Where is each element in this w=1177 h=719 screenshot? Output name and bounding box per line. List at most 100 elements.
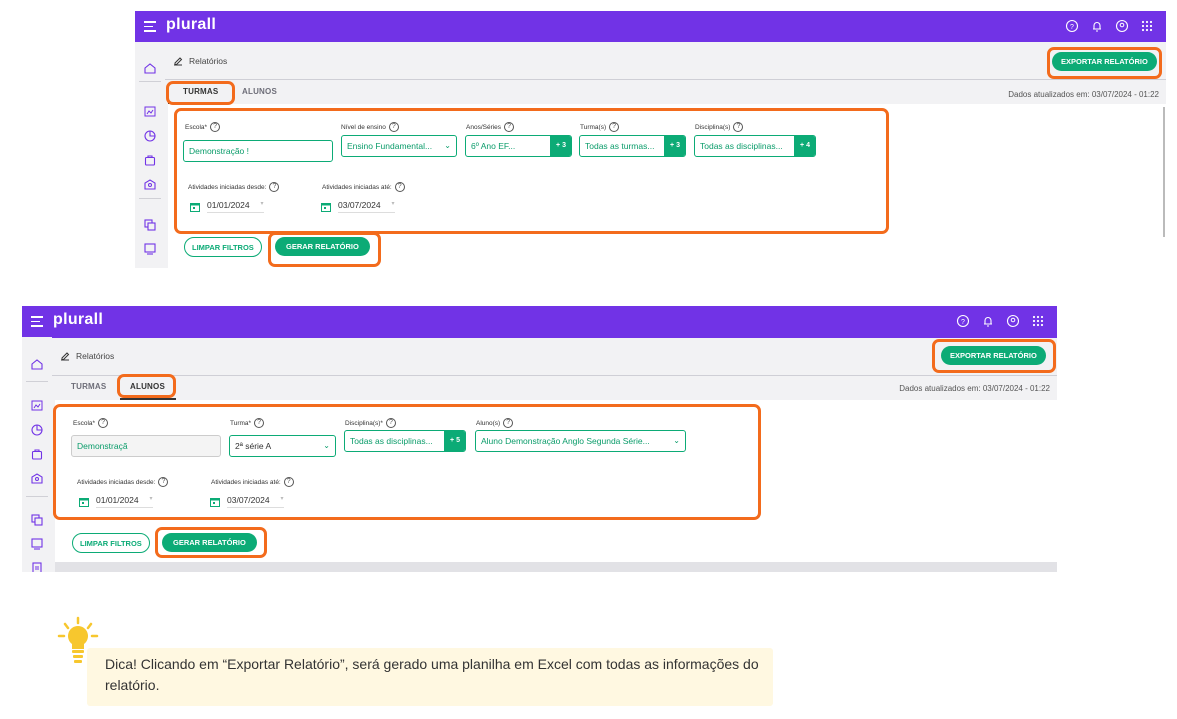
ate-date-value[interactable]: 03/07/2024	[338, 200, 395, 213]
sidebar	[22, 337, 52, 572]
plurall-logo[interactable]: plurall	[53, 311, 103, 329]
help-icon[interactable]: ?	[504, 122, 515, 132]
help-icon[interactable]: ?	[98, 418, 109, 428]
turmas-label: Turma(s)?	[580, 122, 620, 132]
school-icon[interactable]	[30, 471, 44, 485]
tab-alunos[interactable]: ALUNOS	[130, 382, 165, 391]
tab-alunos[interactable]: ALUNOS	[242, 87, 277, 96]
ate-date-value[interactable]: 03/07/2024	[227, 495, 284, 508]
apps-grid-icon[interactable]	[1140, 19, 1154, 33]
help-icon[interactable]: ?	[388, 122, 399, 132]
export-report-button[interactable]: EXPORTAR RELATÓRIO	[941, 346, 1046, 365]
copy-icon[interactable]	[30, 513, 44, 527]
help-icon[interactable]: ?	[385, 418, 396, 428]
escola-input[interactable]: Demonstraçã	[71, 435, 221, 457]
more-count-badge: + 5	[444, 431, 465, 451]
sidebar-divider	[139, 198, 161, 199]
turmas-select[interactable]: Todas as turmas... + 3	[579, 135, 686, 157]
menu-icon[interactable]	[144, 21, 156, 32]
bell-icon[interactable]	[981, 314, 995, 328]
menu-icon[interactable]	[31, 316, 43, 327]
chevron-down-icon: ⌄	[444, 141, 451, 150]
content-footer	[55, 562, 1057, 572]
help-icon[interactable]: ?	[269, 182, 280, 192]
disciplinas-select[interactable]: Todas as disciplinas... + 4	[694, 135, 816, 157]
escola-input[interactable]: Demonstração !	[183, 140, 333, 162]
divider	[165, 79, 1166, 80]
edit-icon	[61, 352, 70, 361]
help-icon[interactable]: ?	[609, 122, 620, 132]
help-icon[interactable]: ?	[503, 418, 514, 428]
help-icon[interactable]: ?	[956, 314, 970, 328]
copy-icon[interactable]	[143, 218, 157, 232]
escola-label: Escola*?	[73, 418, 109, 428]
student-report-icon[interactable]	[30, 537, 44, 551]
generate-report-button[interactable]: GERAR RELATÓRIO	[275, 237, 370, 256]
escola-label: Escola*?	[185, 122, 221, 132]
calendar-icon	[190, 202, 200, 212]
help-icon[interactable]: ?	[158, 477, 169, 487]
apps-grid-icon[interactable]	[1031, 314, 1045, 328]
disciplinas-label: Disciplina(s)?	[695, 122, 744, 132]
help-icon[interactable]: ?	[210, 122, 221, 132]
updated-timestamp: Dados atualizados em: 03/07/2024 - 01:22	[1008, 90, 1159, 99]
help-icon[interactable]: ?	[254, 418, 265, 428]
nivel-label: Nível de ensino?	[341, 122, 399, 132]
clear-filters-button[interactable]: LIMPAR FILTROS	[184, 237, 262, 257]
top-bar: plurall ?	[22, 306, 1057, 338]
home-icon[interactable]	[30, 357, 44, 371]
desde-date-value[interactable]: 01/01/2024	[207, 200, 264, 213]
profile-icon[interactable]	[1115, 19, 1129, 33]
help-icon[interactable]: ?	[733, 122, 744, 132]
calendar-icon	[79, 497, 89, 507]
tab-turmas[interactable]: TURMAS	[71, 382, 106, 391]
scrollbar[interactable]	[1163, 107, 1165, 237]
more-count-badge: + 4	[794, 136, 815, 156]
sidebar-divider	[139, 81, 161, 82]
pie-chart-icon[interactable]	[30, 423, 44, 437]
clear-filters-button[interactable]: LIMPAR FILTROS	[72, 533, 150, 553]
pie-chart-icon[interactable]	[143, 129, 157, 143]
home-icon[interactable]	[143, 61, 157, 75]
disciplinas-select[interactable]: Todas as disciplinas... + 5	[344, 430, 466, 452]
student-report-icon[interactable]	[143, 242, 157, 256]
sidebar-divider	[26, 381, 48, 382]
profile-icon[interactable]	[1006, 314, 1020, 328]
desde-label: Atividades iniciadas desde:?	[188, 182, 280, 192]
lightbulb-icon	[57, 616, 99, 663]
screenshot-turmas: plurall ? Relatórios EXPORTAR RELATÓRIO …	[135, 11, 1166, 268]
chevron-down-icon: ⌄	[673, 436, 680, 445]
help-icon[interactable]: ?	[1065, 19, 1079, 33]
bag-icon[interactable]	[30, 447, 44, 461]
help-icon[interactable]: ?	[394, 182, 405, 192]
divider	[52, 375, 1057, 376]
report-icon[interactable]	[30, 399, 44, 413]
tab-turmas[interactable]: TURMAS	[183, 87, 218, 96]
calendar-icon	[321, 202, 331, 212]
report-icon[interactable]	[143, 105, 157, 119]
bag-icon[interactable]	[143, 153, 157, 167]
svg-text:?: ?	[1070, 24, 1074, 31]
updated-timestamp: Dados atualizados em: 03/07/2024 - 01:22	[899, 384, 1050, 393]
help-icon[interactable]: ?	[283, 477, 294, 487]
school-icon[interactable]	[143, 177, 157, 191]
plurall-logo[interactable]: plurall	[166, 16, 216, 34]
export-report-button[interactable]: EXPORTAR RELATÓRIO	[1052, 52, 1157, 71]
more-count-badge: + 3	[550, 136, 571, 156]
generate-report-button[interactable]: GERAR RELATÓRIO	[162, 533, 257, 552]
document-icon[interactable]	[30, 561, 44, 572]
alunos-select[interactable]: Aluno Demonstração Anglo Segunda Série..…	[475, 430, 686, 452]
desde-date-field[interactable]: 01/01/2024	[190, 200, 264, 213]
bell-icon[interactable]	[1090, 19, 1104, 33]
ate-date-field[interactable]: 03/07/2024	[210, 495, 284, 508]
anos-select[interactable]: 6º Ano EF... + 3	[465, 135, 572, 157]
breadcrumb: Relatórios	[60, 351, 114, 361]
screenshot-alunos: plurall ? Relatórios EXPORTAR RELATÓRIO …	[22, 306, 1057, 572]
nivel-select[interactable]: Ensino Fundamental... ⌄	[341, 135, 457, 157]
desde-label: Atividades iniciadas desde:?	[77, 477, 169, 487]
turma-select[interactable]: 2ª série A ⌄	[229, 435, 336, 457]
desde-date-field[interactable]: 01/01/2024	[79, 495, 153, 508]
ate-date-field[interactable]: 03/07/2024	[321, 200, 395, 213]
page-title: Relatórios	[76, 351, 115, 361]
desde-date-value[interactable]: 01/01/2024	[96, 495, 153, 508]
